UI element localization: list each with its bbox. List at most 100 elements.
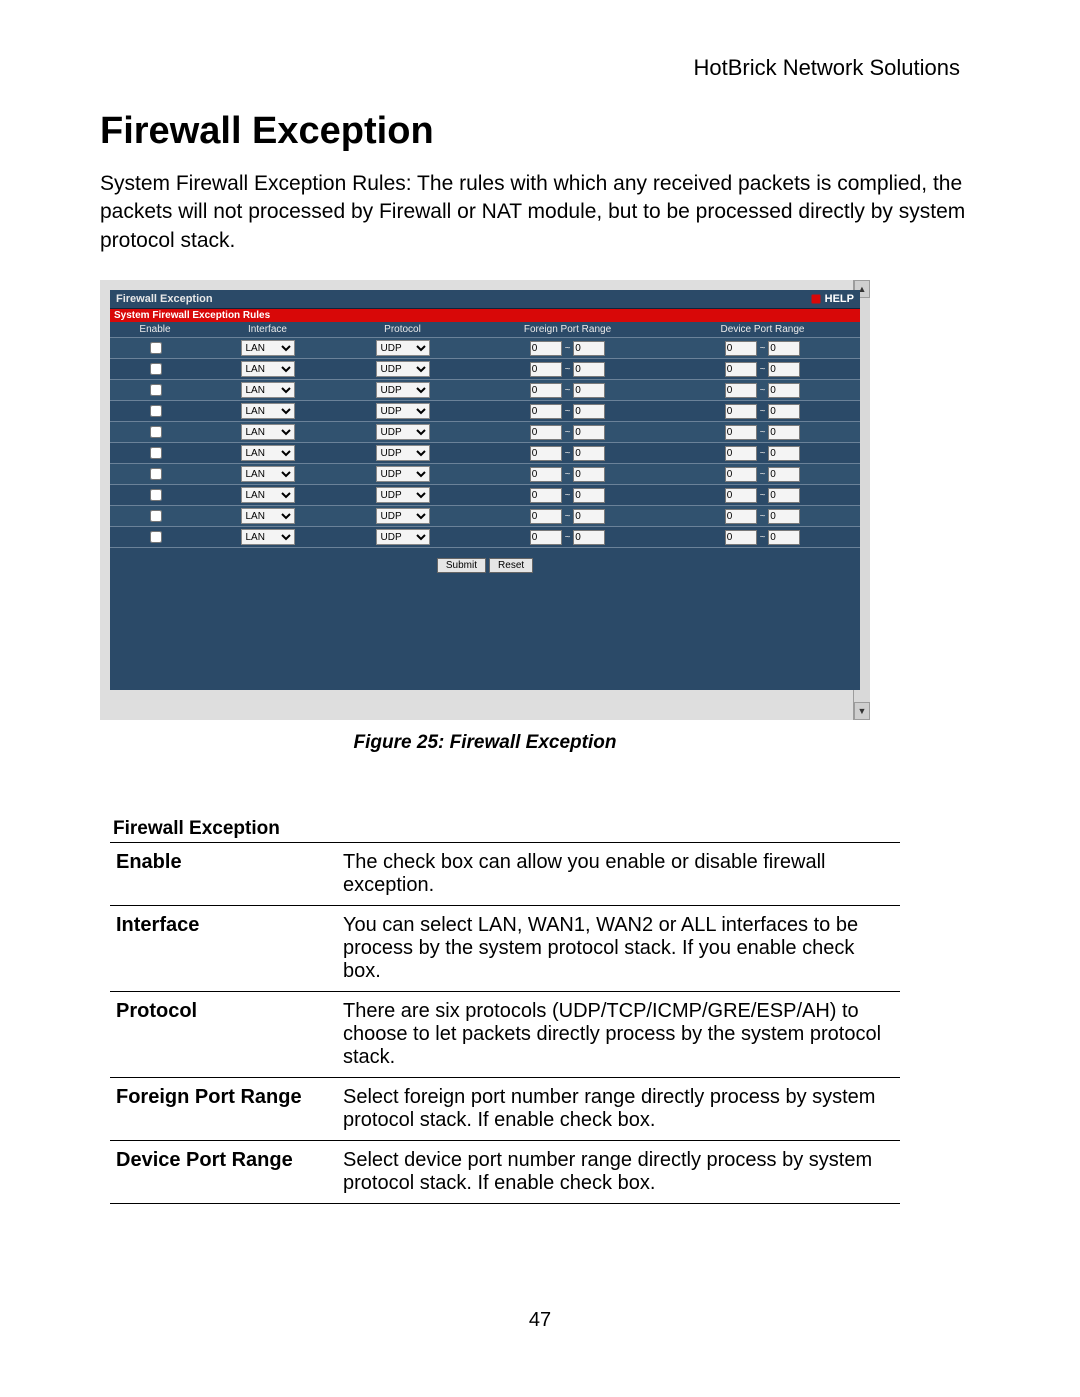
protocol-select[interactable]: UDP: [376, 340, 430, 356]
enable-checkbox[interactable]: [150, 426, 162, 438]
enable-checkbox[interactable]: [150, 363, 162, 375]
protocol-select[interactable]: UDP: [376, 445, 430, 461]
interface-select[interactable]: LAN: [241, 340, 295, 356]
submit-button[interactable]: Submit: [437, 558, 486, 573]
device-port-to[interactable]: [768, 404, 800, 419]
device-port-from[interactable]: [725, 383, 757, 398]
col-protocol: Protocol: [335, 322, 470, 338]
protocol-select[interactable]: UDP: [376, 487, 430, 503]
enable-checkbox[interactable]: [150, 468, 162, 480]
protocol-select[interactable]: UDP: [376, 382, 430, 398]
device-port-to[interactable]: [768, 467, 800, 482]
scroll-down-arrow[interactable]: ▼: [854, 702, 870, 720]
foreign-port-from[interactable]: [530, 362, 562, 377]
protocol-select[interactable]: UDP: [376, 424, 430, 440]
device-port-to[interactable]: [768, 362, 800, 377]
foreign-port-to[interactable]: [573, 509, 605, 524]
foreign-port-to[interactable]: [573, 341, 605, 356]
range-separator: ~: [562, 427, 573, 438]
enable-checkbox[interactable]: [150, 342, 162, 354]
figure-caption: Figure 25: Firewall Exception: [100, 732, 870, 754]
reset-button[interactable]: Reset: [489, 558, 533, 573]
device-port-from[interactable]: [725, 530, 757, 545]
definition-description: The check box can allow you enable or di…: [337, 843, 900, 906]
panel-title: Firewall Exception: [116, 293, 213, 305]
range-separator: ~: [757, 385, 768, 396]
definition-term: Enable: [110, 843, 337, 906]
definition-row: Device Port RangeSelect device port numb…: [110, 1141, 900, 1204]
range-separator: ~: [562, 490, 573, 501]
enable-checkbox[interactable]: [150, 489, 162, 501]
range-separator: ~: [757, 490, 768, 501]
page-title: Firewall Exception: [100, 110, 434, 153]
foreign-port-from[interactable]: [530, 425, 562, 440]
interface-select[interactable]: LAN: [241, 487, 295, 503]
foreign-port-from[interactable]: [530, 467, 562, 482]
device-port-to[interactable]: [768, 488, 800, 503]
device-port-from[interactable]: [725, 404, 757, 419]
rule-row: LANUDP ~ ~: [110, 527, 860, 548]
interface-select[interactable]: LAN: [241, 361, 295, 377]
definition-term: Protocol: [110, 992, 337, 1078]
foreign-port-to[interactable]: [573, 488, 605, 503]
device-port-from[interactable]: [725, 362, 757, 377]
device-port-from[interactable]: [725, 425, 757, 440]
help-link[interactable]: HELP: [810, 293, 854, 305]
device-port-to[interactable]: [768, 446, 800, 461]
rule-row: LAN UDP ~ ~: [110, 506, 860, 527]
foreign-port-from[interactable]: [530, 404, 562, 419]
protocol-select[interactable]: UDP: [376, 508, 430, 524]
device-port-to[interactable]: [768, 341, 800, 356]
device-port-from[interactable]: [725, 467, 757, 482]
interface-select[interactable]: LAN: [241, 529, 295, 545]
definition-row: Foreign Port RangeSelect foreign port nu…: [110, 1078, 900, 1141]
device-port-to[interactable]: [768, 530, 800, 545]
protocol-select[interactable]: UDP: [376, 529, 430, 545]
interface-select[interactable]: LAN: [241, 508, 295, 524]
definition-description: You can select LAN, WAN1, WAN2 or ALL in…: [337, 906, 900, 992]
interface-select[interactable]: LAN: [241, 445, 295, 461]
enable-checkbox[interactable]: [150, 405, 162, 417]
foreign-port-to[interactable]: [573, 530, 605, 545]
foreign-port-to[interactable]: [573, 362, 605, 377]
enable-checkbox[interactable]: [150, 384, 162, 396]
range-separator: ~: [757, 427, 768, 438]
interface-select[interactable]: LAN: [241, 382, 295, 398]
protocol-select[interactable]: UDP: [376, 361, 430, 377]
foreign-port-to[interactable]: [573, 404, 605, 419]
foreign-port-from[interactable]: [530, 383, 562, 398]
foreign-port-from[interactable]: [530, 488, 562, 503]
help-icon: [810, 293, 822, 305]
interface-select[interactable]: LAN: [241, 403, 295, 419]
rules-banner: System Firewall Exception Rules: [110, 309, 860, 322]
device-port-to[interactable]: [768, 383, 800, 398]
foreign-port-to[interactable]: [573, 383, 605, 398]
foreign-port-from[interactable]: [530, 341, 562, 356]
device-port-from[interactable]: [725, 488, 757, 503]
interface-select[interactable]: LAN: [241, 466, 295, 482]
definition-description: There are six protocols (UDP/TCP/ICMP/GR…: [337, 992, 900, 1078]
range-separator: ~: [757, 448, 768, 459]
foreign-port-from[interactable]: [530, 509, 562, 524]
device-port-from[interactable]: [725, 341, 757, 356]
device-port-to[interactable]: [768, 509, 800, 524]
device-port-from[interactable]: [725, 446, 757, 461]
foreign-port-from[interactable]: [530, 530, 562, 545]
range-separator: ~: [757, 511, 768, 522]
range-separator: ~: [562, 511, 573, 522]
range-separator: ~: [562, 532, 573, 543]
foreign-port-to[interactable]: [573, 467, 605, 482]
foreign-port-from[interactable]: [530, 446, 562, 461]
enable-checkbox[interactable]: [150, 531, 162, 543]
device-port-to[interactable]: [768, 425, 800, 440]
enable-checkbox[interactable]: [150, 447, 162, 459]
enable-checkbox[interactable]: [150, 510, 162, 522]
rule-row: LANUDP ~ ~: [110, 380, 860, 401]
interface-select[interactable]: LAN: [241, 424, 295, 440]
foreign-port-to[interactable]: [573, 446, 605, 461]
protocol-select[interactable]: UDP: [376, 466, 430, 482]
foreign-port-to[interactable]: [573, 425, 605, 440]
protocol-select[interactable]: UDP: [376, 403, 430, 419]
definition-row: EnableThe check box can allow you enable…: [110, 843, 900, 906]
device-port-from[interactable]: [725, 509, 757, 524]
